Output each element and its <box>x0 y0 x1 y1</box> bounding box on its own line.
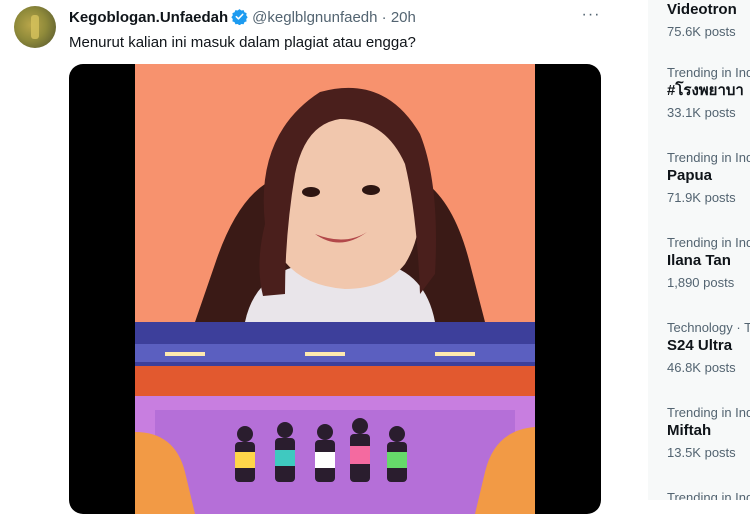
trend-item[interactable]: Trending in Ind #โรงพยาบา 33.1K posts <box>667 65 750 121</box>
tweet-video[interactable] <box>69 64 601 514</box>
handle[interactable]: @keglblgnunfaedh <box>252 9 377 26</box>
video-upper-scene <box>135 64 535 322</box>
video-lower-scene <box>135 322 535 514</box>
trend-topic: Ilana Tan <box>667 252 731 269</box>
display-name[interactable]: Kegoblogan.Unfaedah <box>69 9 228 26</box>
singer-portrait-image <box>135 64 535 322</box>
tweet-text: Menurut kalian ini masuk dalam plagiat a… <box>69 34 416 51</box>
trend-meta: Technology · T <box>667 320 750 335</box>
trend-item[interactable]: Trending in Ind <box>667 490 750 500</box>
tweet-card[interactable]: Kegoblogan.Unfaedah @keglblgnunfaedh · 20… <box>0 0 618 514</box>
more-options-icon[interactable]: ··· <box>580 7 602 26</box>
trend-count: 1,890 posts <box>667 275 735 290</box>
verified-badge-icon <box>231 8 248 31</box>
trend-count: 33.1K posts <box>667 105 736 120</box>
trend-meta: Trending in Ind <box>667 490 750 500</box>
trend-topic: #โรงพยาบา <box>667 82 744 99</box>
trend-topic: Videotron <box>667 1 737 18</box>
trend-topic: S24 Ultra <box>667 337 733 354</box>
trend-count: 71.9K posts <box>667 190 736 205</box>
video-frame <box>135 64 535 514</box>
separator-dot: · <box>381 9 387 26</box>
avatar[interactable] <box>14 6 56 48</box>
trend-item[interactable]: Technology · T S24 Ultra 46.8K posts <box>667 320 750 376</box>
trend-topic: Papua <box>667 167 713 184</box>
trend-meta: Trending in Ind <box>667 405 750 420</box>
trend-meta: Trending in Ind <box>667 235 750 250</box>
trend-item[interactable]: Trending in Ind Papua 71.9K posts <box>667 150 750 206</box>
dance-stage-image <box>135 322 535 514</box>
avatar-image <box>31 15 39 39</box>
trend-topic: Miftah <box>667 422 712 439</box>
trend-meta: Trending in Ind <box>667 150 750 165</box>
trend-meta: Trending in Ind <box>667 65 750 80</box>
trends-sidebar: Videotron 75.6K posts Trending in Ind #โ… <box>640 0 750 500</box>
trend-item[interactable]: Trending in Ind Miftah 13.5K posts <box>667 405 750 461</box>
timestamp[interactable]: 20h <box>391 9 416 26</box>
trend-count: 46.8K posts <box>667 360 736 375</box>
sidebar-gutter <box>640 0 648 500</box>
trend-count: 75.6K posts <box>667 24 736 39</box>
tweet-header: Kegoblogan.Unfaedah @keglblgnunfaedh · 20… <box>69 8 416 31</box>
trend-item[interactable]: Videotron 75.6K posts <box>667 0 750 40</box>
trend-item[interactable]: Trending in Ind Ilana Tan 1,890 posts <box>667 235 750 291</box>
trend-count: 13.5K posts <box>667 445 736 460</box>
